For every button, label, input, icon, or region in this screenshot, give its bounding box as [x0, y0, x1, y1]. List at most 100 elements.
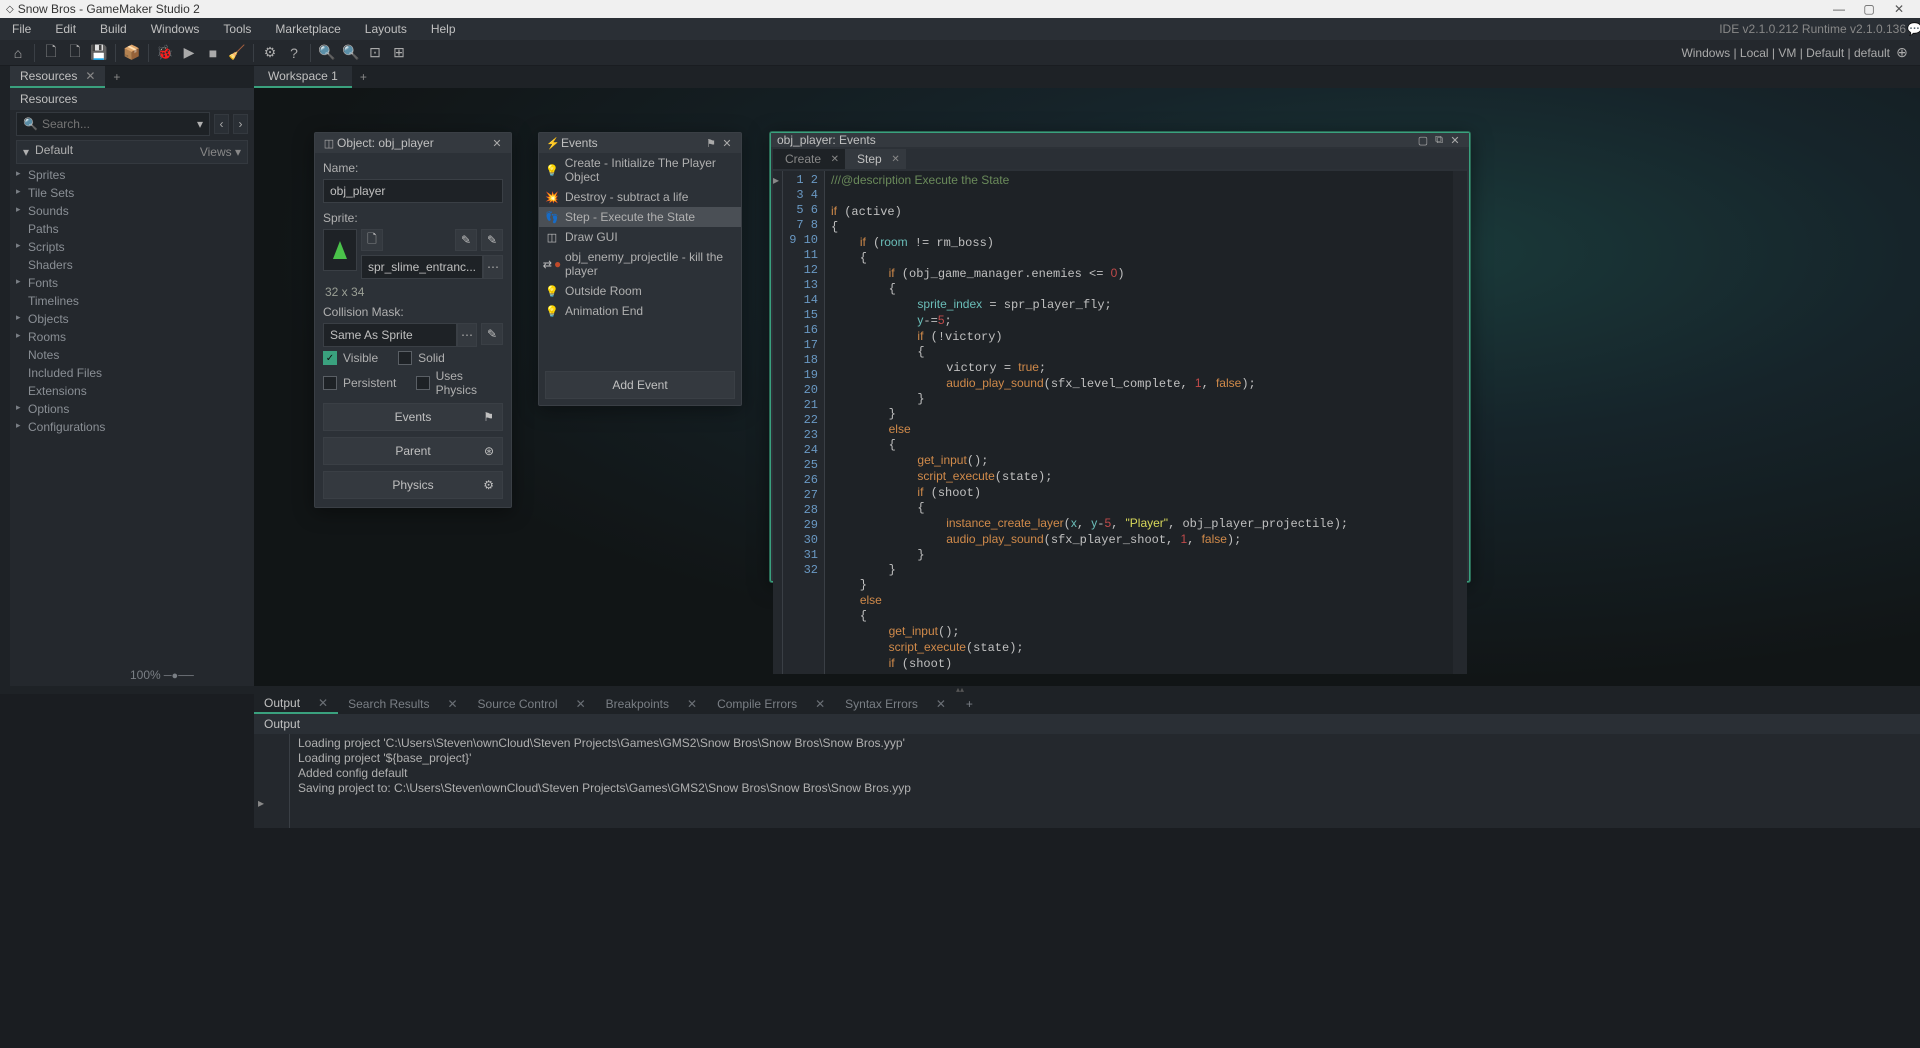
fold-gutter[interactable]: ▸	[773, 171, 783, 674]
scrollbar[interactable]	[1453, 171, 1467, 674]
tree-included[interactable]: Included Files	[10, 364, 254, 382]
sprite-preview[interactable]	[323, 229, 357, 271]
popout-icon[interactable]: ⧉	[1431, 134, 1447, 147]
tree-scripts[interactable]: Scripts	[10, 238, 254, 256]
tree-extensions[interactable]: Extensions	[10, 382, 254, 400]
tab-compile-errors[interactable]: Compile Errors✕	[707, 694, 835, 714]
close-icon[interactable]: ✕	[936, 697, 946, 711]
edit-mask-button[interactable]: ✎	[481, 323, 503, 345]
close-icon[interactable]: ✕	[1447, 134, 1463, 147]
close-icon[interactable]: ✕	[85, 69, 95, 83]
home-icon[interactable]: ⌂	[8, 43, 28, 63]
new-icon[interactable]: 🗋	[41, 43, 61, 63]
open-sprite-button[interactable]: ✎	[481, 229, 503, 251]
visible-checkbox[interactable]: ✓	[323, 351, 337, 365]
maximize-button[interactable]: ▢	[1854, 2, 1884, 16]
tab-breakpoints[interactable]: Breakpoints✕	[596, 694, 707, 714]
flag-icon[interactable]: ⚑	[703, 137, 719, 150]
event-item[interactable]: 💡Outside Room	[539, 281, 741, 301]
edit-sprite-button[interactable]: ✎	[455, 229, 477, 251]
physics-checkbox[interactable]	[416, 376, 429, 390]
menu-help[interactable]: Help	[419, 18, 468, 40]
tree-timelines[interactable]: Timelines	[10, 292, 254, 310]
close-icon[interactable]: ✕	[447, 697, 457, 711]
event-item[interactable]: 👣Step - Execute the State	[539, 207, 741, 227]
resources-tab[interactable]: Resources ✕	[10, 66, 105, 88]
sprite-dropdown-button[interactable]: ⋯	[483, 255, 503, 279]
clean-icon[interactable]: 🧹	[227, 43, 247, 63]
events-button[interactable]: Events⚑	[323, 403, 503, 431]
tab-search-results[interactable]: Search Results✕	[338, 694, 467, 714]
tree-options[interactable]: Options	[10, 400, 254, 418]
panel-splitter[interactable]: ▴▴	[0, 686, 1920, 694]
views-dropdown[interactable]: Views ▾	[200, 145, 241, 159]
menu-windows[interactable]: Windows	[139, 18, 212, 40]
new-sprite-button[interactable]: 🗋	[361, 229, 383, 251]
event-item[interactable]: ◫Draw GUI	[539, 227, 741, 247]
code-tab-step[interactable]: Step✕	[845, 149, 906, 169]
close-icon[interactable]: ✕	[318, 696, 328, 710]
save-icon[interactable]: 💾	[89, 43, 109, 63]
close-icon[interactable]: ✕	[891, 154, 899, 165]
close-icon[interactable]: ✕	[831, 154, 839, 165]
tree-rooms[interactable]: Rooms	[10, 328, 254, 346]
code-tab-create[interactable]: Create✕	[773, 149, 845, 169]
close-icon[interactable]: ✕	[489, 137, 505, 150]
code-editor-window[interactable]: obj_player: Events ▢ ⧉ ✕ Create✕ Step✕ ▸…	[770, 132, 1470, 582]
debug-icon[interactable]: 🐞	[155, 43, 175, 63]
search-input[interactable]	[42, 117, 197, 131]
workspace[interactable]: Workspace 1 + ◫ Object: obj_player ✕ Nam…	[254, 66, 1920, 686]
physics-button[interactable]: Physics⚙	[323, 471, 503, 499]
zoom-in-icon[interactable]: 🔍	[317, 43, 337, 63]
persistent-checkbox[interactable]	[323, 376, 337, 390]
events-window[interactable]: ⚡ Events ⚑ ✕ 💡Create - Initialize The Pl…	[538, 132, 742, 406]
tree-sprites[interactable]: Sprites	[10, 166, 254, 184]
tree-tilesets[interactable]: Tile Sets	[10, 184, 254, 202]
close-icon[interactable]: ✕	[576, 697, 586, 711]
tree-fonts[interactable]: Fonts	[10, 274, 254, 292]
minimize-button[interactable]: —	[1824, 2, 1854, 16]
collision-selector[interactable]: Same As Sprite	[323, 323, 457, 347]
settings-icon[interactable]: ⚙	[260, 43, 280, 63]
close-button[interactable]: ✕	[1884, 2, 1914, 16]
tree-objects[interactable]: Objects	[10, 310, 254, 328]
menu-edit[interactable]: Edit	[43, 18, 88, 40]
tree-sounds[interactable]: Sounds	[10, 202, 254, 220]
tab-output[interactable]: Output✕	[254, 694, 338, 714]
close-icon[interactable]: ✕	[815, 697, 825, 711]
tab-syntax-errors[interactable]: Syntax Errors✕	[835, 694, 956, 714]
tree-configs[interactable]: Configurations	[10, 418, 254, 436]
menu-file[interactable]: File	[0, 18, 43, 40]
tree-shaders[interactable]: Shaders	[10, 256, 254, 274]
add-tab-button[interactable]: +	[105, 70, 128, 84]
package-icon[interactable]: 📦	[122, 43, 142, 63]
filter-row[interactable]: ▾ Default Views ▾	[16, 140, 248, 164]
zoom-reset-icon[interactable]: ⊡	[365, 43, 385, 63]
notification-icon[interactable]: 💬	[1907, 22, 1920, 36]
name-input[interactable]	[323, 179, 503, 203]
close-icon[interactable]: ✕	[687, 697, 697, 711]
nav-forward-button[interactable]: ›	[233, 114, 248, 134]
event-item[interactable]: 💡Animation End	[539, 301, 741, 321]
menu-marketplace[interactable]: Marketplace	[263, 18, 352, 40]
tab-source-control[interactable]: Source Control✕	[468, 694, 596, 714]
target-config-icon[interactable]: ⊕	[1892, 43, 1912, 63]
stop-icon[interactable]: ■	[203, 43, 223, 63]
event-item[interactable]: ⇄●obj_enemy_projectile - kill the player	[539, 247, 741, 281]
tree-notes[interactable]: Notes	[10, 346, 254, 364]
tree-paths[interactable]: Paths	[10, 220, 254, 238]
sprite-selector[interactable]: spr_slime_entranc...	[361, 255, 483, 279]
maximize-icon[interactable]: ▢	[1415, 134, 1431, 147]
nav-back-button[interactable]: ‹	[214, 114, 229, 134]
solid-checkbox[interactable]	[398, 351, 412, 365]
chevron-down-icon[interactable]: ▾	[197, 117, 203, 131]
code-text[interactable]: ///@description Execute the State if (ac…	[825, 171, 1453, 674]
parent-button[interactable]: Parent⊛	[323, 437, 503, 465]
collision-dropdown-button[interactable]: ⋯	[457, 323, 477, 347]
menu-layouts[interactable]: Layouts	[353, 18, 419, 40]
close-icon[interactable]: ✕	[719, 137, 735, 150]
left-dock-gutter[interactable]	[0, 66, 10, 686]
menu-tools[interactable]: Tools	[211, 18, 263, 40]
target-selector[interactable]: Windows | Local | VM | Default | default	[1681, 46, 1890, 60]
docking-icon[interactable]: ⊞	[389, 43, 409, 63]
